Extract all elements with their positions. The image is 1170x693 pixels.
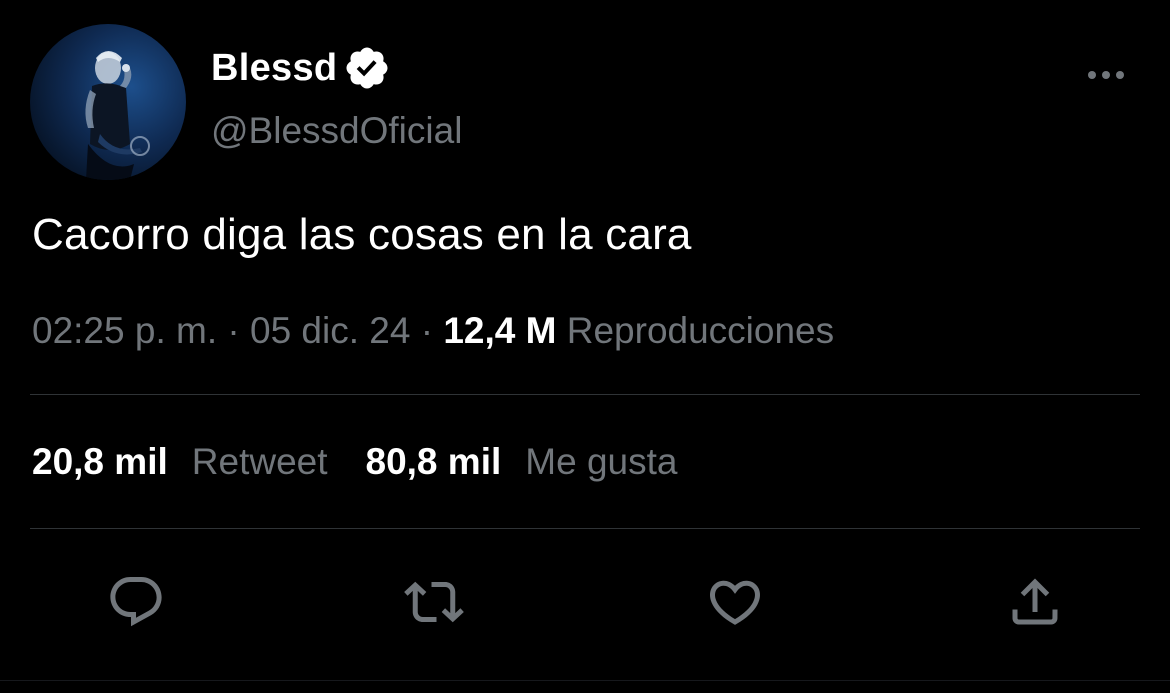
likes-count[interactable]: 80,8 mil [366,441,502,482]
author-name-row[interactable]: Blessd [211,44,391,92]
user-handle[interactable]: @BlessdOficial [211,110,462,152]
likes-label[interactable]: Me gusta [525,441,677,482]
share-button[interactable] [1003,570,1067,634]
tweet-date[interactable]: 05 dic. 24 [250,310,410,351]
meta-separator: · [410,310,444,351]
reply-button[interactable] [104,570,168,634]
retweets-label[interactable]: Retweet [192,441,328,482]
more-horizontal-icon[interactable] [1082,60,1130,90]
tweet-metadata: 02:25 p. m. · 05 dic. 24 · 12,4 M Reprod… [32,310,834,352]
retweets-count[interactable]: 20,8 mil [32,441,168,482]
engagement-stats: 20,8 mil Retweet 80,8 mil Me gusta [32,441,677,483]
divider [30,528,1140,529]
meta-separator: · [217,310,250,351]
tweet-text: Cacorro diga las cosas en la cara [32,210,692,259]
views-label[interactable]: Reproducciones [567,310,834,351]
like-button[interactable] [703,570,767,634]
heart-icon [709,580,761,625]
verified-badge-icon [343,44,391,92]
avatar[interactable] [30,24,186,180]
views-count[interactable]: 12,4 M [443,310,556,351]
tweet-time[interactable]: 02:25 p. m. [32,310,217,351]
divider [30,394,1140,395]
share-icon [1012,578,1058,625]
reply-icon [110,577,162,627]
retweet-icon [404,581,464,623]
bottom-divider [0,680,1170,681]
display-name[interactable]: Blessd [211,47,337,90]
retweet-button[interactable] [402,570,466,634]
tweet-detail: Blessd @BlessdOficial Cacorro diga las c… [0,0,1170,693]
profile-photo [85,51,150,180]
